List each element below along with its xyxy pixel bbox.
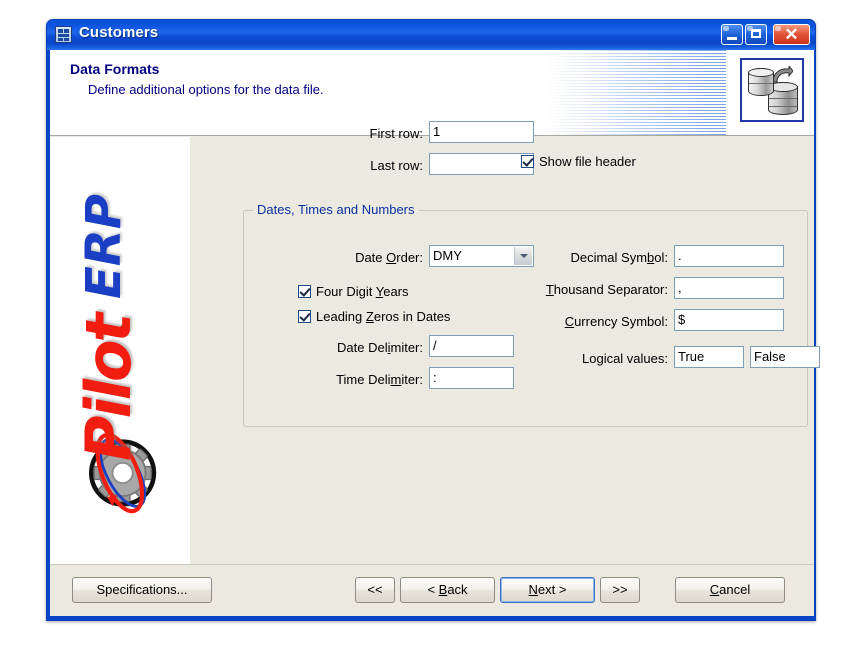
four-digit-years-label: Four Digit Years (316, 284, 409, 299)
first-page-button[interactable]: << (355, 577, 395, 603)
leading-zeros-checkbox[interactable]: Leading Zeros in Dates (298, 309, 450, 324)
transfer-arrow-icon (772, 66, 793, 83)
page-subtitle: Define additional options for the data f… (88, 82, 324, 97)
back-button[interactable]: < Back (400, 577, 495, 603)
show-file-header-checkbox[interactable]: Show file header (521, 154, 636, 169)
cancel-button[interactable]: Cancel (675, 577, 785, 603)
date-order-value: DMY (433, 248, 462, 263)
thousand-separator-input[interactable]: , (674, 277, 784, 299)
logo-text-erp: ERP (76, 194, 132, 299)
table-grid-icon (55, 26, 72, 43)
first-row-label: First row: (369, 126, 423, 141)
minimize-icon (727, 37, 737, 40)
first-row-input[interactable]: 1 (429, 121, 534, 143)
last-row-label: Last row: (370, 158, 423, 173)
pilot-erp-logo: Pilot ERP (62, 177, 172, 527)
last-page-button[interactable]: >> (600, 577, 640, 603)
next-button[interactable]: Next > (500, 577, 595, 603)
leading-zeros-label: Leading Zeros in Dates (316, 309, 451, 324)
date-order-label: Date Order: (355, 250, 423, 265)
maximize-icon (751, 29, 761, 38)
logical-true-input[interactable]: True (674, 346, 744, 368)
logical-values-label: Logical values: (582, 351, 668, 366)
group-title: Dates, Times and Numbers (253, 202, 419, 217)
currency-symbol-input[interactable]: $ (674, 309, 784, 331)
maximize-button[interactable] (745, 24, 767, 45)
decimal-symbol-label: Decimal Symbol: (570, 250, 668, 265)
title-bar[interactable]: Customers ✕ (47, 20, 815, 50)
checkbox-indicator (298, 310, 311, 323)
time-delimiter-label: Time Delimiter: (336, 372, 423, 387)
last-row-input[interactable] (429, 153, 534, 175)
specifications-button[interactable]: Specifications... (72, 577, 212, 603)
button-bar-divider (50, 564, 814, 565)
close-button[interactable]: ✕ (773, 24, 810, 45)
decimal-symbol-input[interactable]: . (674, 245, 784, 267)
branding-sidebar: Pilot ERP (50, 137, 190, 564)
checkbox-indicator (521, 155, 534, 168)
logo-text-pilot: Pilot (72, 315, 145, 461)
dialog-window: Customers ✕ Data Formats Define addition… (46, 19, 820, 621)
dialog-client-area: Data Formats Define additional options f… (50, 50, 820, 616)
thousand-separator-label: Thousand Separator: (545, 282, 668, 297)
checkbox-indicator (298, 285, 311, 298)
date-delimiter-label: Date Delimiter: (337, 340, 423, 355)
database-transfer-icon (740, 58, 804, 122)
show-file-header-label: Show file header (539, 154, 636, 169)
close-icon: ✕ (784, 25, 799, 44)
page-title: Data Formats (70, 61, 160, 77)
window-title: Customers (79, 24, 159, 41)
four-digit-years-checkbox[interactable]: Four Digit Years (298, 284, 409, 299)
minimize-button[interactable] (721, 24, 743, 45)
banner-stripe-decoration (546, 50, 726, 135)
time-delimiter-input[interactable]: : (429, 367, 514, 389)
currency-symbol-label: Currency Symbol: (564, 314, 668, 329)
logical-false-input[interactable]: False (750, 346, 820, 368)
